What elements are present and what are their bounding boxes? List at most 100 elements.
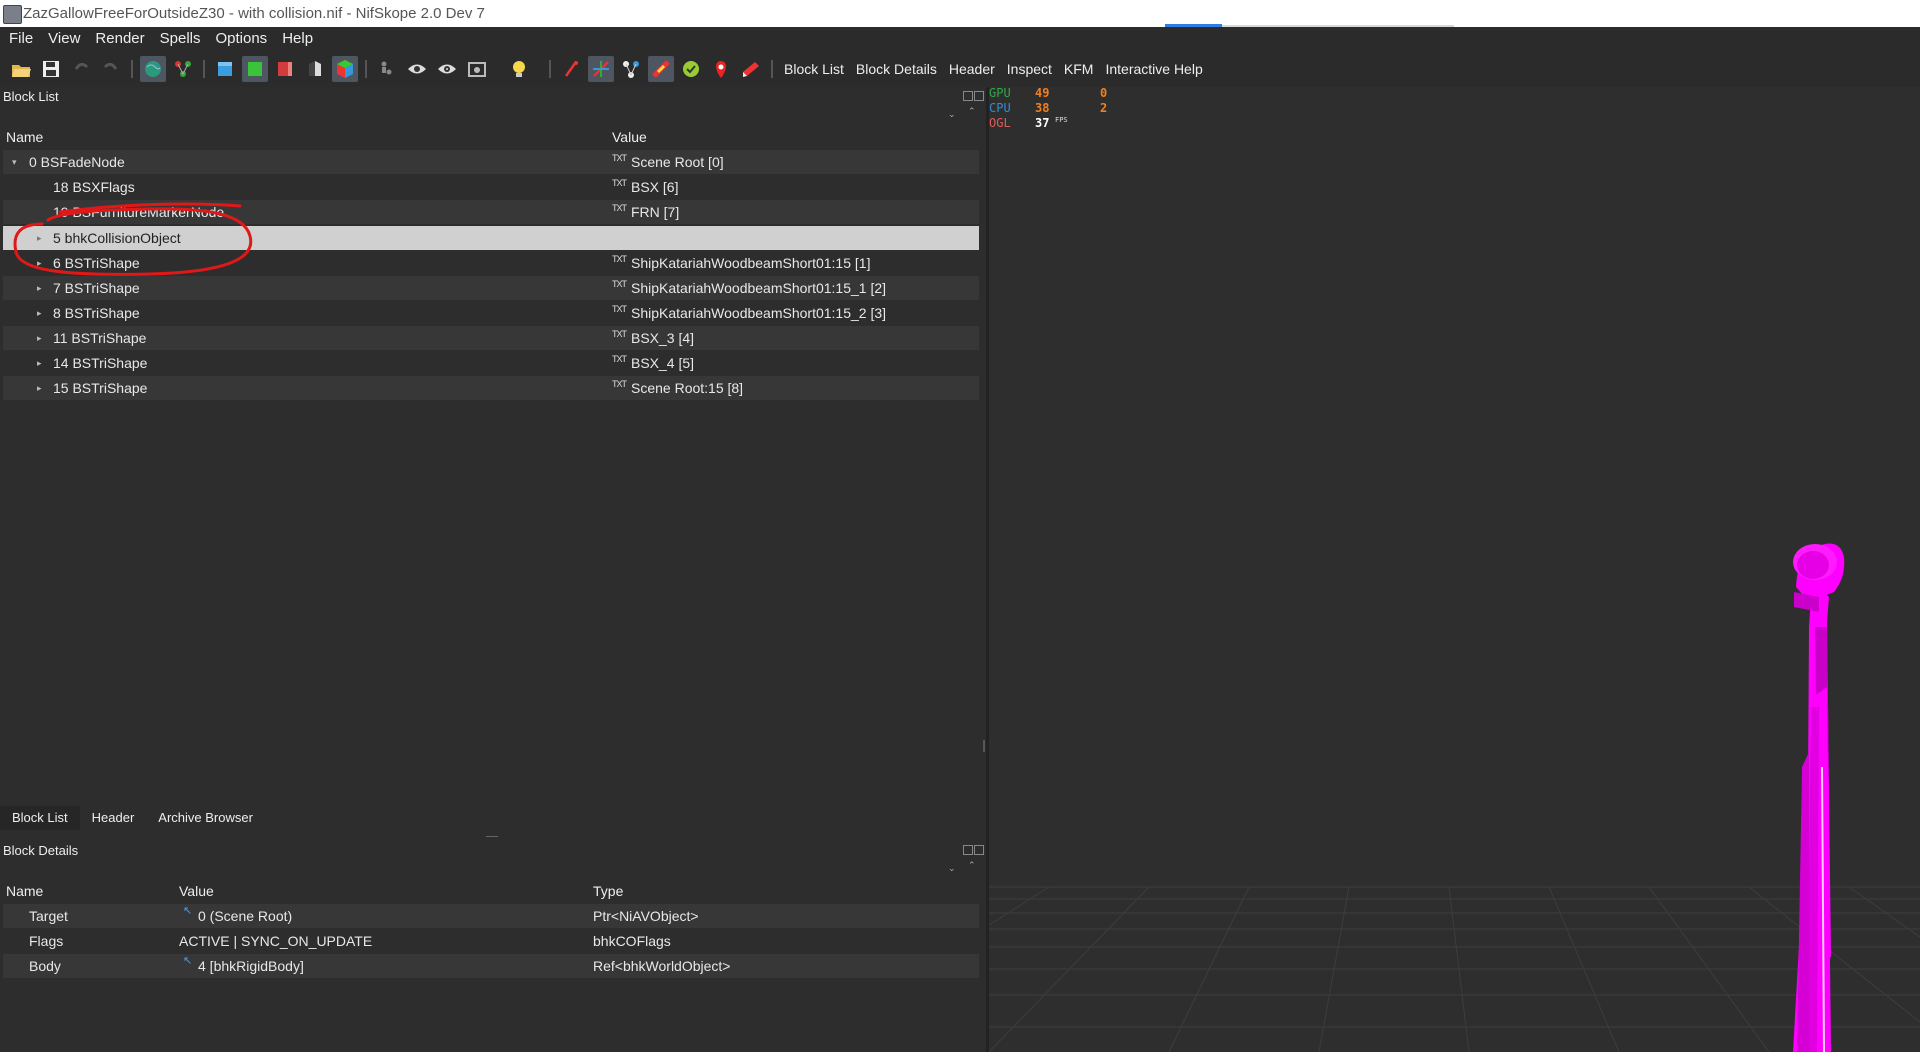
undo-icon[interactable]: [68, 56, 94, 82]
collapse-all-icon[interactable]: ⌄: [948, 109, 956, 120]
column-type-header[interactable]: Type: [593, 883, 623, 899]
column-name-header[interactable]: Name: [6, 129, 43, 145]
detail-value[interactable]: 0 (Scene Root): [198, 908, 292, 924]
toolbar-kfm-button[interactable]: KFM: [1058, 56, 1100, 82]
detail-name: Flags: [29, 933, 64, 949]
text-value-icon: TXT: [612, 329, 627, 339]
row-value: Scene Root [0]: [631, 154, 724, 170]
expand-arrow-icon[interactable]: ▾: [12, 157, 17, 168]
window-title: ZazGallowFreeForOutsideZ30 - with collis…: [23, 5, 485, 22]
menu-view[interactable]: View: [39, 27, 86, 50]
hide-items-icon[interactable]: [738, 56, 764, 82]
detail-row-target[interactable]: Target ↖ 0 (Scene Root) Ptr<NiAVObject>: [3, 904, 979, 928]
lighting-bulb-icon[interactable]: [506, 56, 532, 82]
ogl-stats: OGL 37 FPS: [989, 116, 1129, 131]
redo-icon[interactable]: [98, 56, 124, 82]
detail-value[interactable]: 4 [bhkRigidBody]: [198, 958, 304, 974]
text-value-icon: TXT: [612, 379, 627, 389]
float-panel-icon[interactable]: [963, 91, 973, 101]
toolbar-interactive-help-button[interactable]: Interactive Help: [1099, 56, 1208, 82]
red-circle-annotation: [13, 202, 253, 276]
globe-icon[interactable]: [140, 55, 166, 82]
cpu-value-secondary: 2: [1100, 101, 1108, 115]
draw-constraints-icon[interactable]: [648, 55, 674, 82]
main-toolbar: Block List Block Details Header Inspect …: [0, 50, 1920, 87]
tab-header[interactable]: Header: [80, 806, 147, 830]
row-value: ShipKatariahWoodbeamShort01:15 [1]: [631, 255, 871, 271]
column-value-header[interactable]: Value: [179, 883, 214, 899]
view-user-icon[interactable]: [332, 55, 358, 82]
dock-resize-grip[interactable]: [486, 836, 498, 837]
scene-graph-icon[interactable]: [170, 56, 196, 82]
nifskope-app-icon: [3, 5, 22, 24]
gallows-model: [1793, 543, 1845, 1052]
save-file-icon[interactable]: [38, 56, 64, 82]
toolbar-block-list-button[interactable]: Block List: [778, 56, 850, 82]
view-front-icon[interactable]: [242, 55, 268, 82]
tab-block-list[interactable]: Block List: [0, 806, 80, 830]
ground-grid: [989, 886, 1920, 1052]
menu-help[interactable]: Help: [273, 27, 319, 50]
cpu-label: CPU: [989, 101, 1011, 115]
link-icon: ↖: [183, 905, 193, 917]
view-perspective-icon[interactable]: [302, 56, 328, 82]
float-panel-icon[interactable]: [963, 845, 973, 855]
menu-file[interactable]: File: [0, 27, 39, 50]
draw-nodes-icon[interactable]: [588, 55, 614, 82]
tab-archive-browser[interactable]: Archive Browser: [146, 806, 265, 830]
row-value: BSX_4 [5]: [631, 355, 695, 371]
tree-row-bsfadenode[interactable]: ▾ 0 BSFadeNode TXT Scene Root [0]: [3, 150, 979, 174]
toolbar-separator: [131, 59, 133, 78]
toolbar-separator: [771, 59, 773, 78]
detail-name: Body: [29, 958, 61, 974]
menu-render[interactable]: Render: [86, 27, 150, 50]
splitter-handle[interactable]: [983, 740, 985, 752]
block-list-panel-title: Block List: [3, 89, 59, 104]
walk-mode-icon[interactable]: [374, 56, 400, 82]
text-value-icon: TXT: [612, 279, 627, 289]
text-value-icon: TXT: [612, 304, 627, 314]
detail-type: bhkCOFlags: [593, 933, 671, 949]
text-value-icon: TXT: [612, 203, 627, 213]
draw-markers-icon[interactable]: [708, 56, 734, 82]
view-side-icon[interactable]: [272, 56, 298, 82]
eye-icon[interactable]: [404, 56, 430, 82]
view-top-icon[interactable]: [212, 56, 238, 82]
cpu-value: 38: [1035, 101, 1050, 115]
menu-options[interactable]: Options: [206, 27, 273, 50]
row-value: Scene Root:15 [8]: [631, 380, 744, 396]
close-panel-icon[interactable]: [974, 845, 984, 855]
toolbar-header-button[interactable]: Header: [943, 56, 1001, 82]
text-value-icon: TXT: [612, 153, 627, 163]
expand-all-icon[interactable]: ⌃: [968, 106, 976, 117]
draw-axes-icon[interactable]: [558, 56, 584, 82]
render-viewport[interactable]: [989, 87, 1920, 1052]
screenshot-icon[interactable]: [464, 56, 490, 82]
toolbar-separator: [203, 59, 205, 78]
fps-value: 37: [1035, 116, 1050, 130]
block-details-panel-title: Block Details: [3, 843, 79, 858]
collapse-all-icon[interactable]: ⌄: [948, 863, 956, 874]
detail-row-body[interactable]: Body ↖ 4 [bhkRigidBody] Ref<bhkWorldObje…: [3, 954, 979, 978]
detail-value[interactable]: ACTIVE | SYNC_ON_UPDATE: [179, 933, 372, 949]
toolbar-block-details-button[interactable]: Block Details: [850, 56, 943, 82]
text-value-icon: TXT: [612, 178, 627, 188]
open-file-icon[interactable]: [8, 56, 34, 82]
detail-row-flags[interactable]: Flags ACTIVE | SYNC_ON_UPDATE bhkCOFlags: [3, 929, 979, 953]
column-name-header[interactable]: Name: [6, 883, 43, 899]
eye-hidden-icon[interactable]: [434, 56, 460, 82]
gpu-value: 49: [1035, 86, 1050, 100]
detail-type: Ptr<NiAVObject>: [593, 908, 699, 924]
ogl-label: OGL: [989, 116, 1011, 130]
block-details-header: Name Value Type: [3, 880, 979, 902]
detail-type: Ref<bhkWorldObject>: [593, 958, 731, 974]
close-panel-icon[interactable]: [974, 91, 984, 101]
toolbar-inspect-button[interactable]: Inspect: [1001, 56, 1058, 82]
column-value-header[interactable]: Value: [612, 129, 647, 145]
gpu-label: GPU: [989, 86, 1011, 100]
gpu-value-secondary: 0: [1100, 86, 1108, 100]
draw-havok-icon[interactable]: [618, 56, 644, 82]
expand-all-icon[interactable]: ⌃: [968, 860, 976, 871]
draw-furniture-icon[interactable]: [678, 56, 704, 82]
menu-spells[interactable]: Spells: [151, 27, 207, 50]
